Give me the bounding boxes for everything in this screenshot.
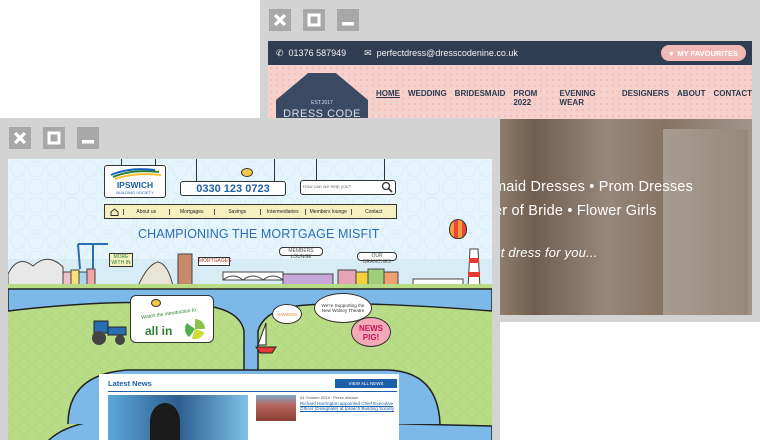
search-box[interactable] (300, 180, 396, 195)
nav-wedding[interactable]: WEDDING (408, 89, 447, 107)
mortgages-sign[interactable]: MORTGAGES (198, 257, 231, 266)
hanger (196, 159, 197, 181)
minimize-icon[interactable] (337, 9, 359, 31)
main-menu: About us Mortgages Savings Intermediarie… (104, 204, 397, 219)
news-divider (108, 391, 397, 392)
close-icon[interactable] (9, 127, 31, 149)
tractor-icon (92, 320, 127, 345)
news-photo[interactable] (108, 395, 248, 440)
menu-about-us[interactable]: About us (123, 208, 169, 215)
favourites-button[interactable]: ♥ MY FAVOURITES (660, 45, 746, 61)
nav-bridesmaid[interactable]: BRIDESMAID (455, 89, 506, 107)
search-icon[interactable] (381, 181, 393, 193)
phone-number: 01376 587949 (288, 48, 347, 58)
favourites-label: MY FAVOURITES (677, 48, 738, 58)
menu-members-lounge[interactable]: Members lounge (305, 208, 351, 215)
our-branches-sign[interactable]: OUR BRANCHES (357, 252, 397, 265)
hero-line-2: er of Bride • Flower Girls (494, 203, 657, 219)
phone-icon: ✆ (276, 47, 284, 58)
menu-mortgages[interactable]: Mortgages (168, 208, 215, 215)
contact-bar: ✆ 01376 587949 ✉ perfectdress@dresscoden… (268, 41, 752, 65)
maximize-icon[interactable] (303, 9, 325, 31)
nav-designers[interactable]: DESIGNERS (622, 89, 669, 107)
person-silhouette (150, 403, 180, 440)
minimize-icon[interactable] (77, 127, 99, 149)
main-nav: HOME WEDDING BRIDESMAID PROM 2022 EVENIN… (376, 89, 752, 107)
search-input[interactable] (303, 182, 381, 193)
close-icon[interactable] (269, 9, 291, 31)
all-in-logo: all in (145, 324, 173, 338)
ipswich-page: IPSWICH BUILDING SOCIETY 0330 123 0723 A… (8, 159, 492, 440)
heart-icon: ♥ (668, 48, 674, 58)
nav-evening-wear[interactable]: EVENING WEAR (560, 89, 614, 107)
logo-name: IPSWICH (116, 180, 154, 190)
menu-savings[interactable]: Savings (214, 208, 260, 215)
hero-line-1: maid Dresses • Prom Dresses (494, 179, 694, 195)
menu-contact[interactable]: Contact (350, 208, 397, 215)
hanger (384, 159, 385, 181)
home-icon[interactable] (105, 207, 123, 216)
maximize-icon[interactable] (43, 127, 65, 149)
intro-video-card[interactable]: Watch the introduction to all in (130, 295, 214, 343)
sailboat-icon (255, 322, 277, 354)
logo-mark-icon (110, 168, 162, 180)
members-lounge-sign[interactable]: MEMBERS LOUNGE (279, 247, 323, 260)
mail-icon: ✉ (364, 47, 372, 58)
more-with-in-sign[interactable]: MORE WITH IN (109, 253, 133, 267)
nav-about[interactable]: ABOUT (677, 89, 705, 107)
email-link[interactable]: ✉ perfectdress@dresscodenine.co.uk (364, 48, 518, 59)
news-pig[interactable]: NEWS PIG! (351, 317, 391, 347)
play-wheel-icon (185, 319, 205, 339)
nav-prom[interactable]: PROM 2022 (513, 89, 551, 107)
logo-est: EST.2017 (311, 100, 333, 106)
news-thumbnail[interactable] (256, 395, 296, 421)
hanger (316, 159, 317, 181)
intro-caption: Watch the introduction to (140, 307, 197, 321)
ipswich-window: IPSWICH BUILDING SOCIETY 0330 123 0723 A… (0, 118, 500, 440)
ipswich-logo[interactable]: IPSWICH BUILDING SOCIETY (104, 165, 166, 198)
news-headline[interactable]: Richard Harrington appointed Chief Execu… (300, 401, 398, 412)
phone-number[interactable]: 0330 123 0723 (180, 181, 286, 196)
nav-home[interactable]: HOME (376, 89, 400, 107)
email-address: perfectdress@dresscodenine.co.uk (376, 48, 518, 58)
hero-line-3: ct dress for you... (494, 245, 598, 260)
logo-sub: BUILDING SOCIETY (116, 190, 154, 195)
bee-icon (151, 299, 161, 307)
menu-intermediaries[interactable]: Intermediaries (259, 208, 306, 215)
news-title: Latest News (108, 379, 152, 388)
view-all-news-button[interactable]: VIEW ALL NEWS (335, 379, 397, 388)
nav-contact[interactable]: CONTACT (713, 89, 752, 107)
hanger (274, 159, 275, 181)
bee-icon (241, 168, 253, 177)
news-date: 04 October 2019 · Press release (300, 395, 358, 400)
phone-link[interactable]: ✆ 01376 587949 (276, 48, 346, 59)
